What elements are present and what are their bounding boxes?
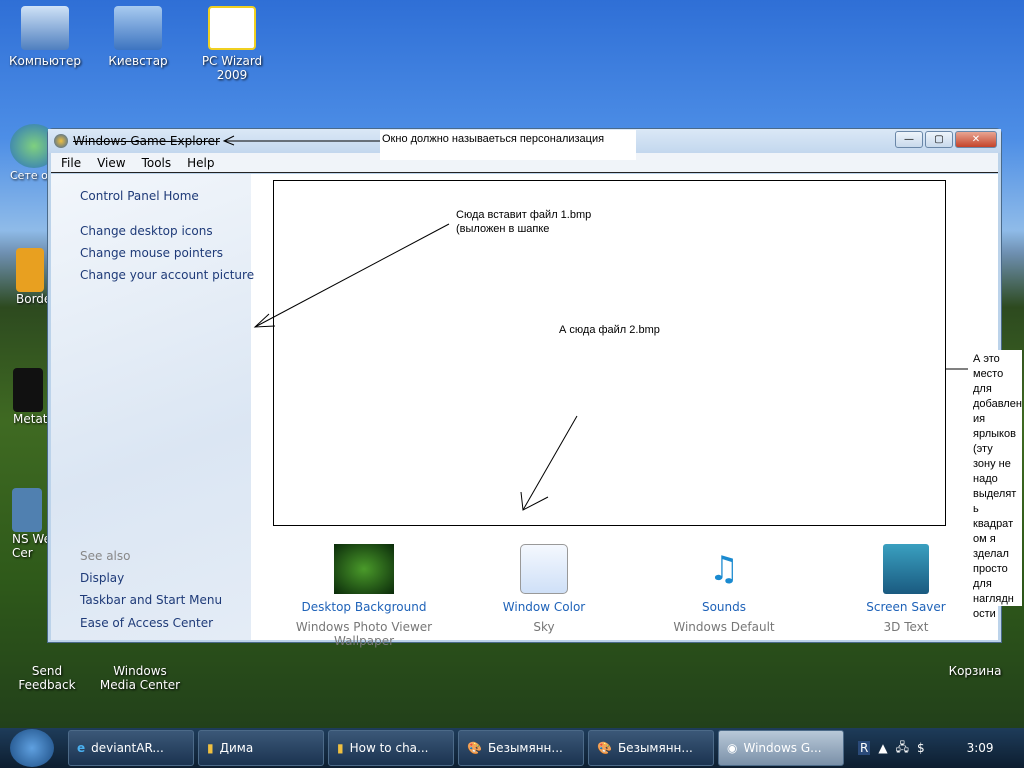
item-sub: Windows Default (673, 620, 775, 634)
minimize-button[interactable]: — (895, 131, 923, 148)
arrow-line (522, 415, 578, 511)
show-hidden-icons[interactable]: ▲ (878, 741, 887, 755)
icon-label: Borde (16, 292, 52, 306)
network-icon (114, 6, 162, 50)
desktop-icon-pcwizard[interactable]: PC Wizard 2009 (187, 6, 277, 82)
folder-icon: ▮ (337, 741, 344, 755)
tray-app-icon[interactable]: $ (917, 741, 925, 755)
content-area: Control Panel Home Change desktop icons … (51, 174, 998, 648)
maximize-button[interactable]: ▢ (925, 131, 953, 148)
item-sub: Windows Photo Viewer Wallpaper (295, 620, 433, 648)
window-title: Windows Game Explorer (73, 134, 220, 148)
icon-label: Metat (13, 412, 48, 426)
side-annotation: А это место для добавлен ия ярлыков (эту… (968, 350, 1022, 620)
task-folder-howto[interactable]: ▮ How to cha... (328, 730, 454, 766)
system-tray: R ▲ 🖧 $ 3:09 (858, 738, 994, 759)
task-paint-2[interactable]: 🎨 Безымянн... (588, 730, 714, 766)
icon-label: Киевстар (108, 54, 168, 68)
taskbar: e deviantAR... ▮ Дима ▮ How to cha... 🎨 Безы… (0, 728, 1024, 768)
item-sub: 3D Text (883, 620, 929, 634)
screen-saver-icon (883, 544, 929, 594)
network-tray-icon[interactable]: 🖧 (896, 738, 909, 759)
task-label: Дима (219, 741, 254, 755)
item-label[interactable]: Desktop Background (264, 600, 464, 614)
item-sub: Sky (533, 620, 555, 634)
clock[interactable]: 3:09 (967, 741, 994, 755)
desktop-icon-computer[interactable]: Компьютер (0, 6, 90, 68)
task-label: Windows G... (743, 741, 822, 755)
icon-label: Windows Media Center (99, 664, 181, 692)
menu-help[interactable]: Help (187, 156, 214, 170)
language-indicator[interactable]: R (858, 741, 871, 755)
start-button[interactable] (10, 729, 54, 767)
task-paint-1[interactable]: 🎨 Безымянн... (458, 730, 584, 766)
wallpaper-thumbnail (334, 544, 394, 594)
item-label[interactable]: Window Color (444, 600, 644, 614)
desktop-icon-kyivstar[interactable]: Киевстар (93, 6, 183, 68)
menu-tools[interactable]: Tools (142, 156, 172, 170)
icon-label: PC Wizard 2009 (201, 54, 263, 82)
window-color-swatch (520, 544, 568, 594)
icon-label: Корзина (948, 664, 1002, 678)
icon-label: Send Feedback (18, 664, 76, 692)
task-ie[interactable]: e deviantAR... (68, 730, 194, 766)
pc-wizard-icon (208, 6, 256, 50)
task-label: How to cha... (349, 741, 429, 755)
paint-icon: 🎨 (467, 741, 482, 755)
title-annotation: Окно должно называеться персонализация (380, 130, 636, 160)
title-arrow (222, 135, 380, 146)
desktop-background-item[interactable]: Desktop Background Windows Photo Viewer W… (264, 544, 464, 648)
game-explorer-icon (54, 134, 68, 148)
arrow-line (254, 223, 450, 328)
sounds-item[interactable]: ♫ Sounds Windows Default (624, 544, 824, 634)
ie-icon: e (77, 741, 86, 755)
menu-file[interactable]: File (61, 156, 81, 170)
icon-label: Компьютер (9, 54, 81, 68)
close-button[interactable]: ✕ (955, 131, 997, 148)
paint-icon: 🎨 (597, 741, 612, 755)
item-label[interactable]: Sounds (624, 600, 824, 614)
folder-icon: ▮ (207, 741, 214, 755)
personalization-window: Windows Game Explorer — ▢ ✕ File View Tool… (47, 128, 1002, 648)
icon-label: NS We Cer (12, 532, 51, 560)
task-folder-dima[interactable]: ▮ Дима (198, 730, 324, 766)
sounds-icon: ♫ (708, 549, 740, 589)
window-color-item[interactable]: Window Color Sky (444, 544, 644, 634)
task-label: Безымянн... (487, 741, 563, 755)
computer-icon (21, 6, 69, 50)
task-label: deviantAR... (91, 741, 164, 755)
task-label: Безымянн... (617, 741, 693, 755)
menu-view[interactable]: View (97, 156, 125, 170)
game-explorer-icon: ◉ (727, 741, 738, 755)
task-game-explorer[interactable]: ◉ Windows G... (718, 730, 844, 766)
